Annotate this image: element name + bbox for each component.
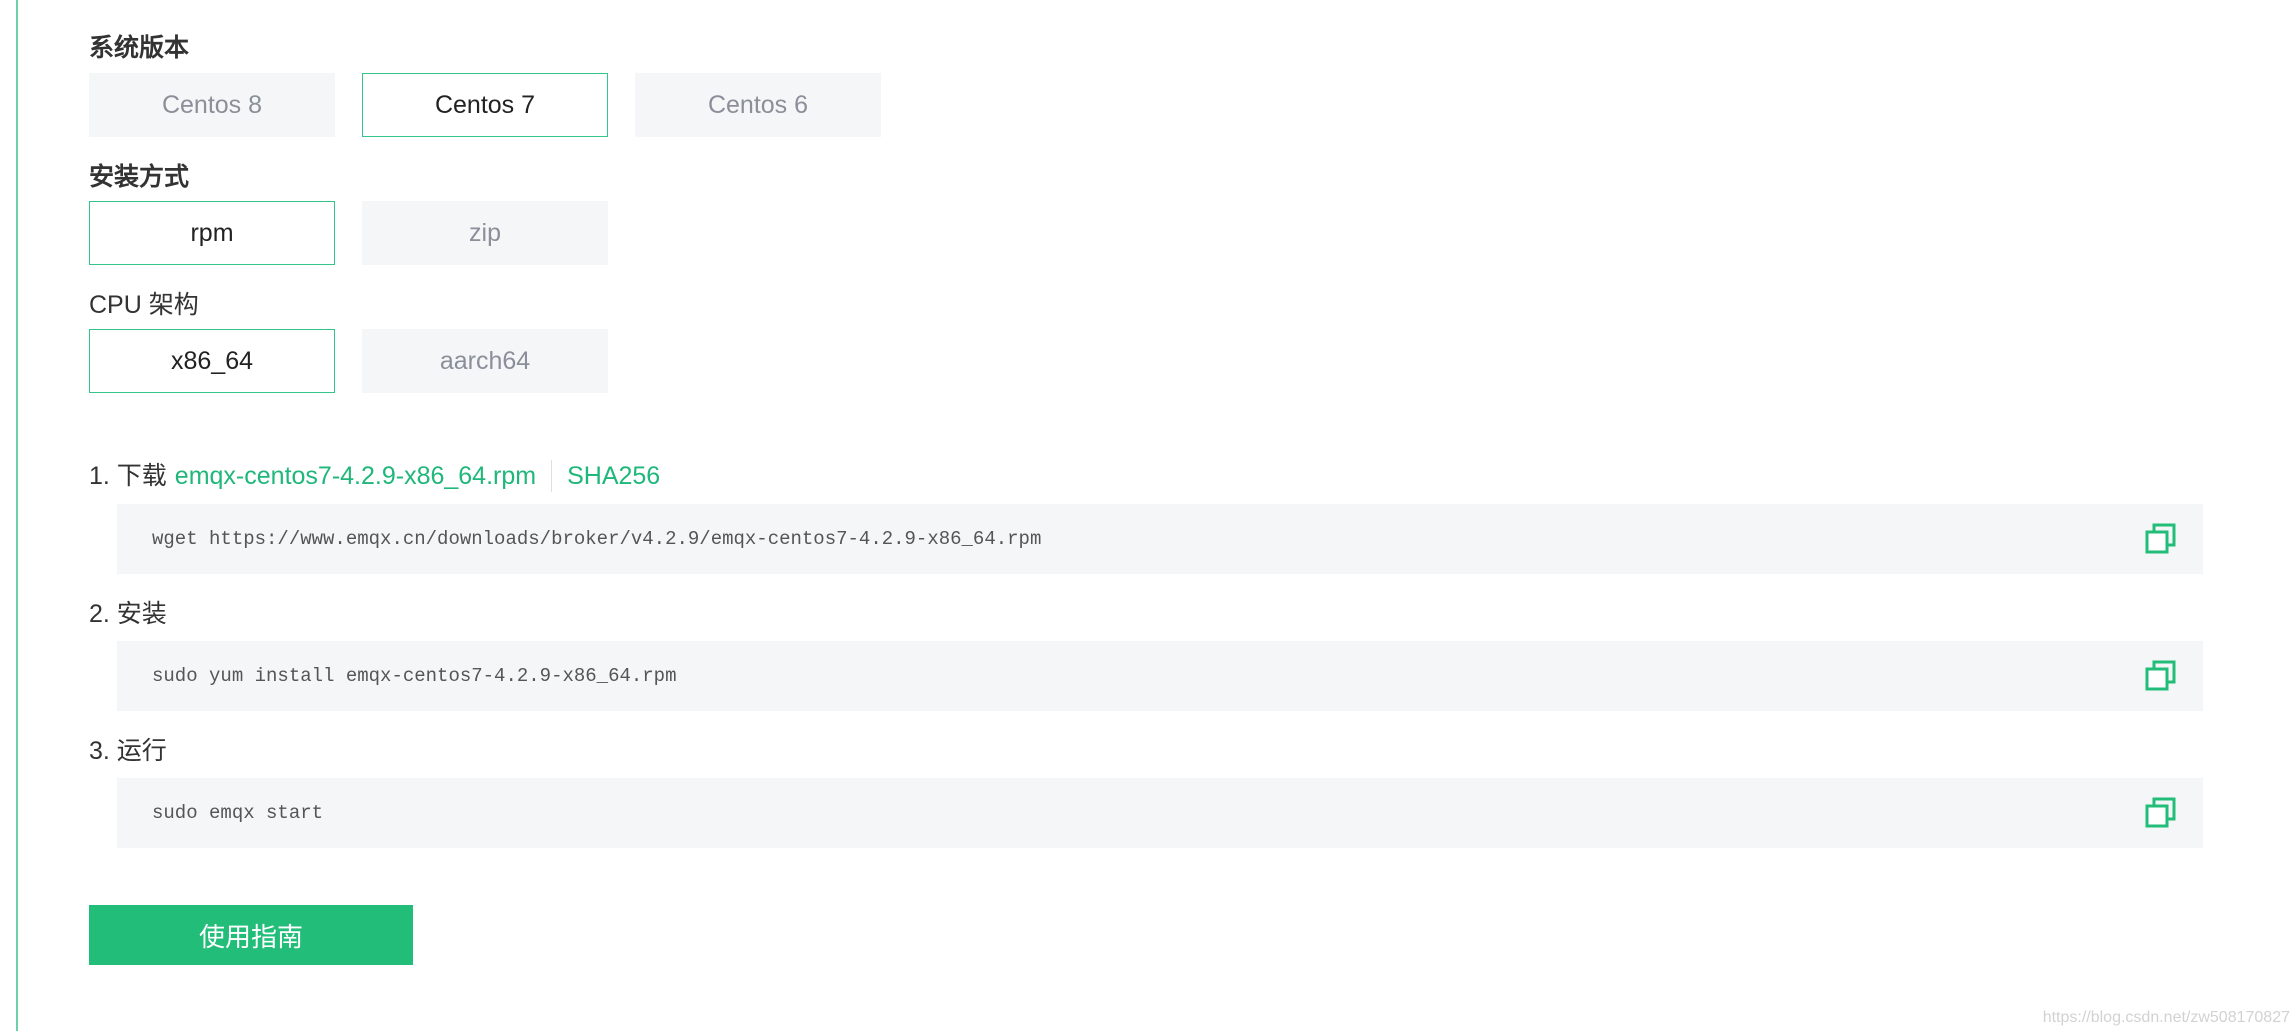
install-command: sudo yum install emqx-centos7-4.2.9-x86_… — [152, 665, 677, 687]
option-rpm[interactable]: rpm — [89, 201, 335, 265]
copy-icon[interactable] — [2145, 797, 2177, 829]
option-x86-64[interactable]: x86_64 — [89, 329, 335, 393]
left-border-line — [16, 0, 18, 1031]
option-centos-7[interactable]: Centos 7 — [362, 73, 608, 137]
sha256-link[interactable]: SHA256 — [567, 460, 660, 492]
option-aarch64[interactable]: aarch64 — [362, 329, 608, 393]
option-centos-8[interactable]: Centos 8 — [89, 73, 335, 137]
step-3-title: 3. 运行 — [89, 735, 167, 767]
download-command: wget https://www.emqx.cn/downloads/broke… — [152, 528, 1042, 550]
option-zip[interactable]: zip — [362, 201, 608, 265]
copy-icon[interactable] — [2145, 660, 2177, 692]
system-version-label: 系统版本 — [89, 34, 190, 62]
cpu-arch-label: CPU 架构 — [89, 291, 199, 319]
step-2-prefix: 2. 安装 — [89, 600, 167, 628]
copy-icon[interactable] — [2145, 523, 2177, 555]
download-rpm-link[interactable]: emqx-centos7-4.2.9-x86_64.rpm — [175, 460, 536, 492]
run-command: sudo emqx start — [152, 802, 324, 824]
watermark: https://blog.csdn.net/zw508170827 — [2042, 1009, 2290, 1026]
option-centos-6[interactable]: Centos 6 — [635, 73, 881, 137]
code-block-install: sudo yum install emqx-centos7-4.2.9-x86_… — [117, 641, 2203, 711]
step-1-prefix: 1. 下载 — [89, 462, 167, 490]
step-3-prefix: 3. 运行 — [89, 737, 167, 765]
step-2-title: 2. 安装 — [89, 598, 167, 630]
step-1-title: 1. 下载 emqx-centos7-4.2.9-x86_64.rpm SHA2… — [89, 460, 660, 492]
install-method-label: 安装方式 — [89, 163, 190, 191]
code-block-download: wget https://www.emqx.cn/downloads/broke… — [117, 504, 2203, 574]
divider — [551, 460, 553, 492]
code-block-run: sudo emqx start — [117, 778, 2203, 848]
usage-guide-button[interactable]: 使用指南 — [89, 905, 413, 965]
